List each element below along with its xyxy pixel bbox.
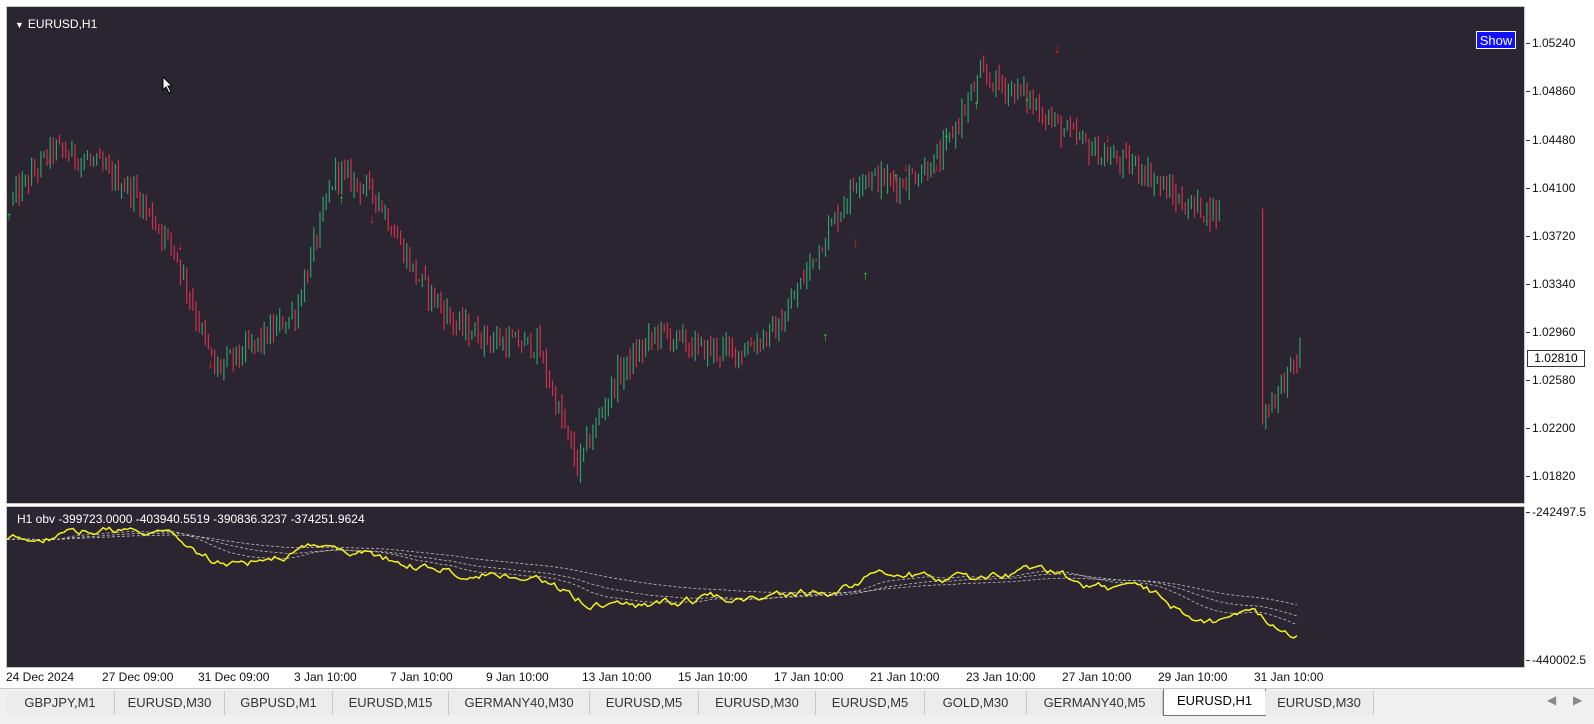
buy-signal-icon: ↑: [973, 97, 980, 112]
buy-signal-icon: ↑: [7, 209, 12, 224]
buy-signal-icon: ↑: [943, 130, 950, 145]
time-tick: 24 Dec 2024: [6, 670, 75, 684]
obv-scale: -242497.5 -440002.5: [1525, 505, 1594, 668]
obv-ma-2: [7, 532, 1298, 617]
sell-signal-icon: ↓: [852, 235, 859, 250]
sell-signal-icon: ↓: [46, 151, 53, 166]
time-tick: 15 Jan 10:00: [678, 670, 748, 684]
collapse-triangle-icon[interactable]: ▼: [15, 20, 24, 30]
chart-title-text: EURUSD,H1: [27, 17, 98, 31]
obv-label: H1 obv -399723.0000 -403940.5519 -390836…: [17, 512, 365, 526]
price-chart-panel[interactable]: ↑↓↓↓↓↑↓↑↓↑↑↓↓↑↑↑↓↓ ▼EURUSD,H1 Show: [6, 6, 1525, 504]
buy-signal-icon: ↑: [822, 329, 829, 344]
tab-scroll-right-icon[interactable]: ▶: [1573, 693, 1582, 707]
price-tick: 1.02580: [1525, 373, 1576, 387]
tab-eurusd-m30[interactable]: EURUSD,M30: [115, 691, 225, 715]
buy-signal-icon: ↑: [1024, 93, 1031, 108]
show-button[interactable]: Show: [1476, 31, 1516, 49]
chart-tabs-bar: GBPJPY,M1 EURUSD,M30 GBPUSD,M1 EURUSD,M1…: [0, 688, 1594, 724]
chart-title: ▼ EURUSD,H1: [15, 17, 97, 31]
price-tick: 1.01820: [1525, 469, 1576, 483]
price-tick: 1.04480: [1525, 133, 1576, 147]
tab-eurusd-m30-2[interactable]: EURUSD,M30: [699, 691, 816, 715]
price-tick: 1.03340: [1525, 277, 1576, 291]
current-price-label: 1.02810: [1527, 350, 1585, 367]
tab-eurusd-m5-2[interactable]: EURUSD,M5: [816, 691, 925, 715]
obv-ma-3: [7, 534, 1298, 606]
sell-signal-icon: ↓: [1054, 41, 1061, 56]
time-tick: 9 Jan 10:00: [486, 670, 549, 684]
price-tick: 1.02200: [1525, 421, 1576, 435]
sell-signal-icon: ↓: [177, 237, 184, 252]
obv-scale-top: -242497.5: [1525, 505, 1587, 519]
buy-signal-icon: ↑: [338, 192, 345, 207]
sell-signal-icon: ↓: [1104, 130, 1111, 145]
price-tick: 1.02960: [1525, 325, 1576, 339]
time-tick: 27 Jan 10:00: [1062, 670, 1132, 684]
time-tick: 21 Jan 10:00: [870, 670, 940, 684]
time-tick: 3 Jan 10:00: [294, 670, 357, 684]
time-tick: 29 Jan 10:00: [1158, 670, 1228, 684]
time-tick: 31 Jan 10:00: [1254, 670, 1324, 684]
tab-eurusd-h1[interactable]: EURUSD,H1: [1163, 689, 1266, 716]
time-tick: 23 Jan 10:00: [966, 670, 1036, 684]
obv-indicator-panel[interactable]: H1 obv -399723.0000 -403940.5519 -390836…: [6, 506, 1525, 668]
tab-gbpusd-m1[interactable]: GBPUSD,M1: [225, 691, 333, 715]
sell-signal-icon: ↓: [369, 211, 376, 226]
buy-signal-icon: ↑: [862, 268, 869, 283]
price-tick: 1.03720: [1525, 229, 1576, 243]
tab-gbpjpy-m1[interactable]: GBPJPY,M1: [6, 691, 115, 715]
time-tick: 17 Jan 10:00: [774, 670, 844, 684]
time-tick: 27 Dec 09:00: [102, 670, 174, 684]
tab-gold-m30[interactable]: GOLD,M30: [925, 691, 1027, 715]
tab-eurusd-m30-3[interactable]: EURUSD,M30: [1265, 691, 1374, 715]
buy-signal-icon: ↑: [893, 169, 900, 184]
tab-eurusd-m5[interactable]: EURUSD,M5: [590, 691, 699, 715]
time-tick: 13 Jan 10:00: [582, 670, 652, 684]
tab-eurusd-m15[interactable]: EURUSD,M15: [333, 691, 449, 715]
tab-germany40-m5[interactable]: GERMANY40,M5: [1027, 691, 1163, 715]
price-scale: 1.05240 1.04860 1.04480 1.04100 1.03720 …: [1525, 0, 1594, 504]
obv-scale-bottom: -440002.5: [1525, 653, 1587, 667]
price-tick: 1.05240: [1525, 36, 1576, 50]
sell-signal-icon: ↓: [207, 355, 214, 370]
time-scale: 24 Dec 2024 27 Dec 09:00 31 Dec 09:00 3 …: [6, 670, 1525, 685]
mouse-cursor-icon: [162, 76, 174, 94]
obv-line: [7, 526, 1298, 639]
sell-signal-icon: ↓: [903, 159, 910, 174]
tab-germany40-m30[interactable]: GERMANY40,M30: [449, 691, 590, 715]
price-tick: 1.04860: [1525, 84, 1576, 98]
sell-signal-icon: ↓: [16, 185, 23, 200]
price-tick: 1.04100: [1525, 181, 1576, 195]
sell-signal-icon: ↓: [933, 159, 940, 174]
time-tick: 31 Dec 09:00: [198, 670, 270, 684]
tab-scroll-left-icon[interactable]: ◀: [1547, 693, 1556, 707]
candlestick-chart: ↑↓↓↓↓↑↓↑↓↑↑↓↓↑↑↑↓↓: [7, 41, 1301, 483]
chart-window[interactable]: ↑↓↓↓↓↑↓↑↓↑↑↓↓↑↑↑↓↓ ▼EURUSD,H1 Show 1.052…: [0, 0, 1594, 685]
time-tick: 7 Jan 10:00: [390, 670, 453, 684]
obv-chart: [7, 526, 1298, 639]
